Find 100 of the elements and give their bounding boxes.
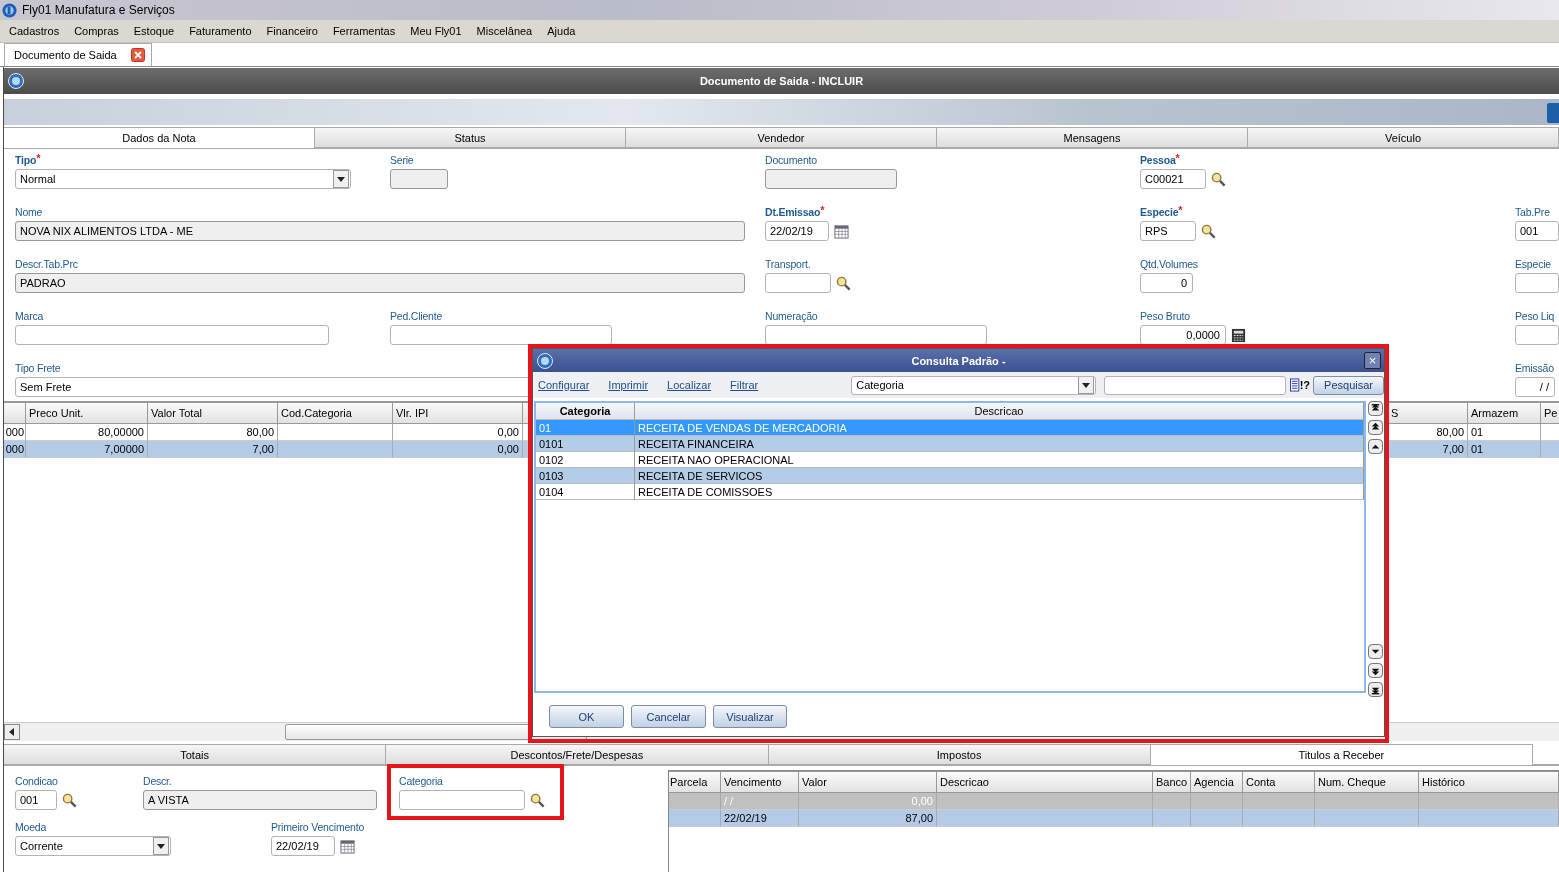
column-header[interactable]: Vlr. IPI (393, 402, 523, 424)
dropdown[interactable]: Categoria (851, 375, 1096, 395)
search-icon[interactable] (62, 792, 77, 808)
table-row[interactable]: 22/02/19 87,00 (669, 810, 1559, 827)
link[interactable]: Localizar (667, 379, 712, 391)
calculator-icon[interactable] (1231, 327, 1246, 343)
column-header[interactable]: Histórico (1419, 771, 1559, 793)
calendar-icon[interactable] (834, 223, 849, 239)
dropdown[interactable]: Corrente (15, 836, 171, 856)
column-header[interactable]: Conta (1243, 771, 1315, 793)
input-field[interactable]: C00021 (1140, 169, 1206, 189)
table-row[interactable]: 0104 RECEITA DE COMISSOES (536, 484, 1364, 500)
column-header[interactable]: Parcela (669, 771, 721, 793)
input-field[interactable]: 22/02/19 (765, 221, 829, 241)
menu-item[interactable]: Miscelânea (476, 25, 533, 37)
close-icon[interactable] (130, 48, 145, 62)
input-field[interactable] (15, 325, 329, 345)
scroll-down-icon[interactable] (1368, 663, 1383, 678)
field-label: Peso Bruto (1140, 309, 1191, 323)
link[interactable]: Configurar (538, 379, 590, 391)
input-field[interactable]: 001 (1515, 221, 1559, 241)
input-field[interactable]: A VISTA (143, 790, 377, 810)
input-field[interactable]: RPS (1140, 221, 1196, 241)
scroll-down-icon[interactable] (1368, 682, 1383, 697)
menu-item[interactable]: Ajuda (547, 25, 576, 37)
tab[interactable]: Totais (4, 744, 387, 765)
table-row[interactable]: 0101 RECEITA FINANCEIRA (536, 436, 1364, 452)
help-glyph[interactable]: !? (1299, 379, 1311, 391)
input-field[interactable]: / / (1515, 377, 1555, 397)
search-icon[interactable] (530, 792, 545, 808)
table-cell: 0,00 (911, 795, 933, 807)
input-field[interactable] (765, 325, 987, 345)
input-field[interactable] (1515, 273, 1559, 293)
input-field[interactable] (399, 790, 525, 810)
dropdown-arrow-icon[interactable] (1077, 376, 1094, 394)
dropdown[interactable]: Normal (15, 169, 351, 189)
table-cell: 80,00 (1436, 426, 1464, 438)
column-header[interactable]: Pe (1541, 402, 1559, 424)
column-header[interactable]: Descricao (974, 405, 1024, 417)
search-icon[interactable] (1211, 171, 1226, 187)
column-header[interactable]: Armazem (1468, 402, 1541, 424)
input-field[interactable] (390, 325, 612, 345)
tab[interactable]: Mensagens (937, 127, 1248, 148)
field-label: Qtd.Volumes (1140, 257, 1199, 271)
scroll-left-icon[interactable] (4, 724, 20, 740)
column-header[interactable]: Vencimento (721, 771, 799, 793)
input-field[interactable]: NOVA NIX ALIMENTOS LTDA - ME (15, 221, 745, 241)
menu-item[interactable]: Compras (74, 25, 119, 37)
dialog-button[interactable]: OK (549, 705, 624, 728)
scroll-up-icon[interactable] (1368, 401, 1383, 416)
input-field[interactable] (765, 273, 831, 293)
table-cell: 01 (1471, 443, 1484, 455)
input-field[interactable]: 0 (1140, 273, 1193, 293)
search-icon[interactable] (836, 275, 851, 291)
input-field[interactable] (765, 169, 897, 189)
dialog-button[interactable]: Cancelar (631, 705, 706, 728)
column-header[interactable]: Num. Cheque (1315, 771, 1419, 793)
menu-item[interactable]: Faturamento (189, 25, 252, 37)
field-label: Nome (15, 205, 44, 219)
dialog-button[interactable]: Visualizar (713, 705, 787, 728)
list-icon[interactable] (1290, 378, 1300, 392)
tab[interactable]: Descontos/Frete/Despesas (386, 744, 769, 765)
menu-item[interactable]: Financeiro (266, 25, 318, 37)
column-header[interactable]: Valor Total (148, 402, 278, 424)
column-header[interactable]: Valor (799, 771, 937, 793)
tab[interactable]: Veículo (1248, 127, 1559, 148)
input-field[interactable] (390, 169, 448, 189)
input-field[interactable]: PADRAO (15, 273, 745, 293)
input-field[interactable]: 22/02/19 (271, 836, 335, 856)
input-field[interactable] (1515, 325, 1559, 345)
calendar-icon[interactable] (340, 838, 355, 854)
column-header[interactable]: Agencia (1191, 771, 1243, 793)
search-field[interactable] (1103, 375, 1287, 395)
search-icon[interactable] (1201, 223, 1216, 239)
scroll-down-icon[interactable] (1368, 644, 1383, 659)
tab[interactable]: Dados da Nota (4, 127, 315, 148)
input-field[interactable]: 0,0000 (1140, 325, 1226, 345)
menu-item[interactable]: Meu Fly01 (410, 25, 462, 37)
tab[interactable]: Titulos a Receber (1150, 744, 1533, 765)
scroll-up-icon[interactable] (1368, 439, 1383, 454)
column-header[interactable]: S (1388, 402, 1468, 424)
scroll-up-icon[interactable] (1368, 420, 1383, 435)
menu-item[interactable]: Ferramentas (332, 25, 396, 37)
search-button[interactable]: Pesquisar (1313, 375, 1384, 395)
tab[interactable]: Status (315, 127, 626, 148)
column-header[interactable]: Banco (1153, 771, 1191, 793)
close-button[interactable]: × (1364, 352, 1381, 369)
column-header[interactable]: Cod.Categoria (278, 402, 393, 424)
menu-item[interactable]: Cadastros (9, 25, 60, 37)
column-header[interactable]: Categoria (559, 405, 611, 417)
tab[interactable]: Vendedor (626, 127, 937, 148)
link[interactable]: Imprimir (608, 379, 649, 391)
table-row[interactable]: 0103 RECEITA DE SERVICOS (536, 468, 1364, 484)
menu-item[interactable]: Estoque (133, 25, 175, 37)
tab[interactable]: Impostos (768, 744, 1151, 765)
column-header[interactable]: Descricao (937, 771, 1153, 793)
document-tab[interactable]: Documento de Saida (4, 43, 152, 66)
input-field[interactable]: 001 (15, 790, 57, 810)
column-header[interactable]: Preco Unit. (26, 402, 148, 424)
column-header[interactable] (4, 402, 26, 424)
